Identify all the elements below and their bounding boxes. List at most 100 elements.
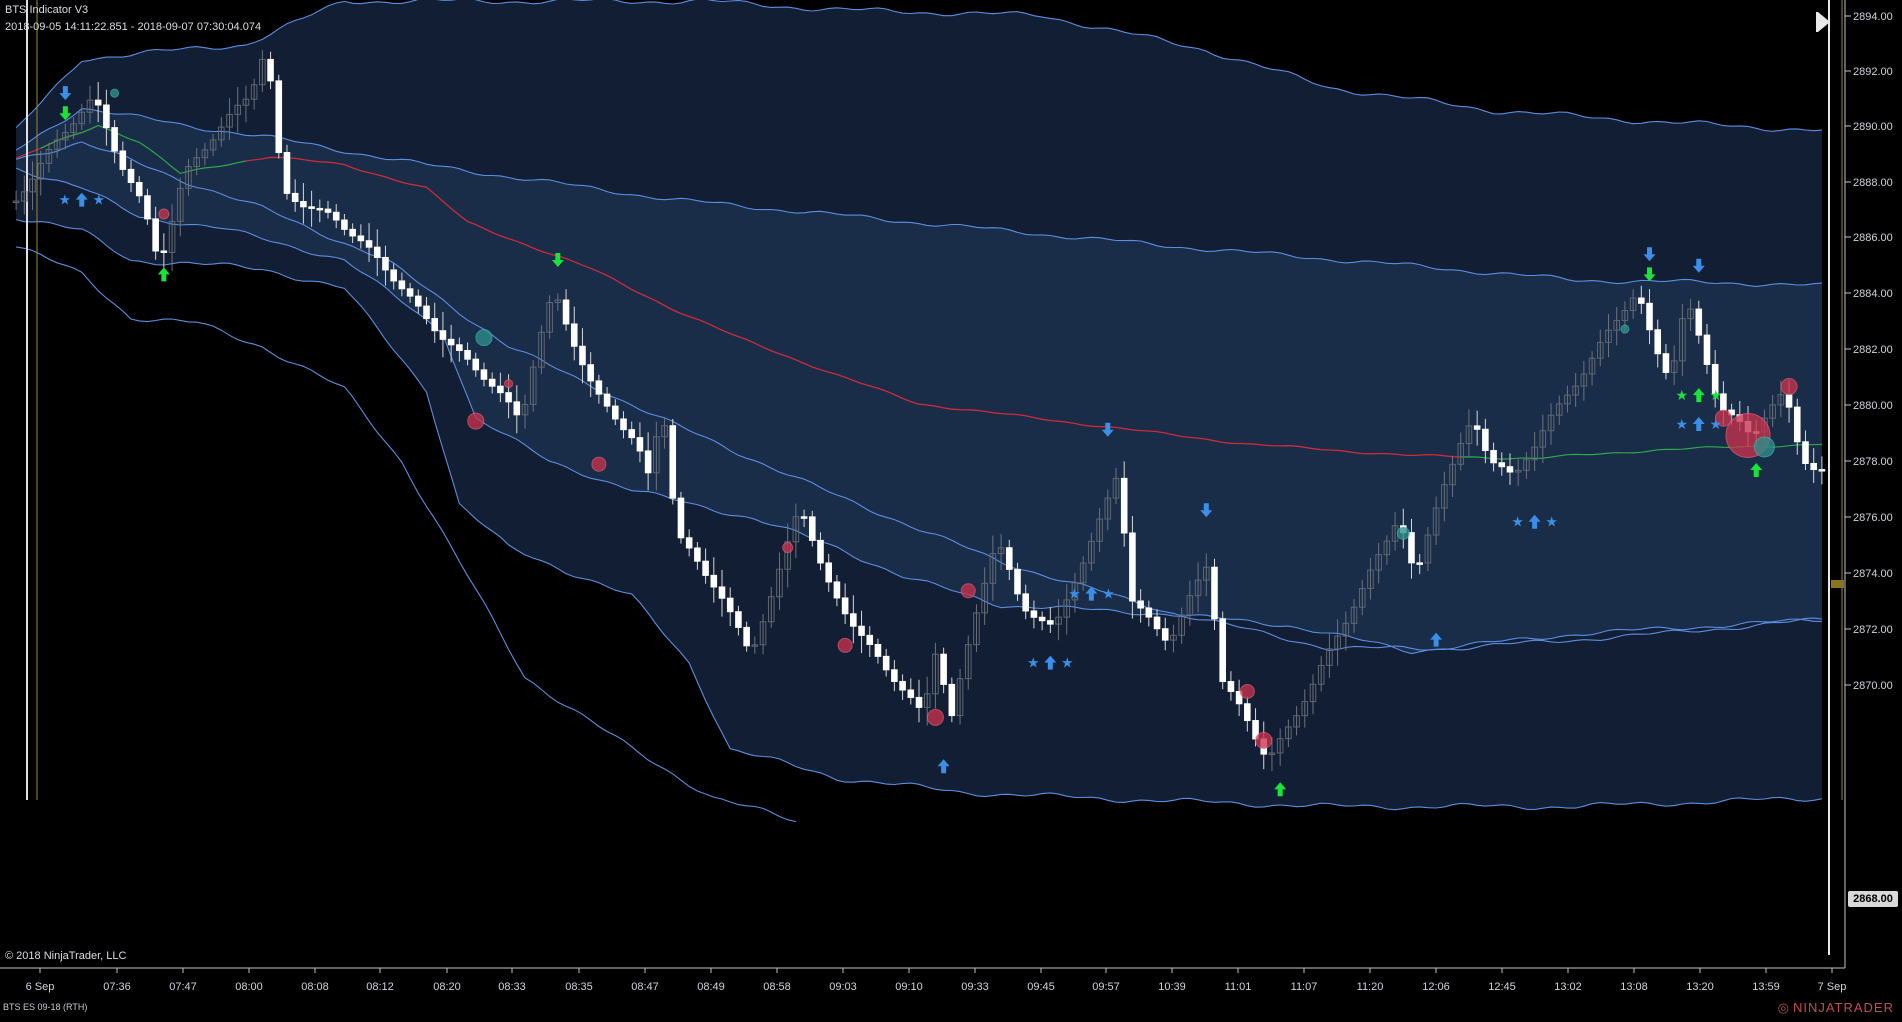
candle-body <box>718 586 726 599</box>
instrument-label: BTS ES 09-18 (RTH) <box>3 1002 88 1012</box>
candle-body <box>891 669 898 682</box>
chart-canvas[interactable]: ★ ★ ★ ★ ★ ★ ★ ★ ★ ★ ★ ★ 2894.00 2892.00 2890.00 2888.0… <box>0 0 1902 1017</box>
candle-body <box>1038 616 1046 622</box>
candle-body <box>1211 566 1218 620</box>
candle-body <box>1408 532 1415 564</box>
candle-body <box>1137 600 1144 609</box>
last-price-marker: 2868.00 <box>1848 891 1898 907</box>
brand-text: NINJATRADER <box>1792 1000 1894 1015</box>
x-tick-label: 07:36 <box>103 981 131 993</box>
candle-body <box>324 208 332 213</box>
candle-body <box>1654 329 1662 355</box>
candle-body <box>841 597 849 615</box>
teal-volume-bubble <box>1396 526 1410 540</box>
x-tick-label: 08:35 <box>565 981 593 993</box>
candle-body <box>1785 394 1793 408</box>
candle-body <box>562 299 570 325</box>
candle-body <box>1802 441 1809 465</box>
candle-body <box>1227 681 1235 692</box>
x-tick-label: 09:03 <box>829 981 857 993</box>
candle-body <box>505 392 512 403</box>
candle-body <box>1703 334 1711 365</box>
candle-body <box>882 655 890 671</box>
blue-star-icon: ★ <box>92 193 105 209</box>
red-volume-bubble <box>1239 683 1255 699</box>
candle-body <box>1482 428 1489 452</box>
x-tick-label: 11:07 <box>1291 981 1318 993</box>
candle-body <box>1047 620 1054 625</box>
candle-body <box>406 288 414 297</box>
x-tick-label: 7 Sep <box>1818 981 1847 993</box>
y-tick-label: 2882.00 <box>1853 344 1893 356</box>
blue-star-icon: ★ <box>1511 515 1524 531</box>
candle-body <box>423 305 430 320</box>
candle-body <box>135 182 143 197</box>
candle-body <box>415 295 422 307</box>
candle-body <box>677 497 685 539</box>
candle-body <box>480 369 488 380</box>
candle-body <box>1145 607 1153 618</box>
x-tick-label: 08:08 <box>301 981 329 993</box>
candle-body <box>300 201 307 208</box>
blue-star-icon: ★ <box>1709 417 1722 433</box>
y-tick-label: 2884.00 <box>1853 288 1893 300</box>
y-axis-panel <box>1844 0 1902 1017</box>
candle-body <box>587 364 594 382</box>
candle-body <box>1129 532 1136 602</box>
x-tick-label: 07:47 <box>169 981 197 993</box>
x-tick-label: 08:58 <box>763 981 791 993</box>
blue-star-icon: ★ <box>58 193 71 209</box>
x-tick-label: 08:49 <box>697 981 725 993</box>
candle-body <box>899 680 906 691</box>
candle-body <box>390 269 397 282</box>
candle-body <box>825 562 833 583</box>
x-tick-label: 08:12 <box>366 981 394 993</box>
candle-body <box>726 597 734 613</box>
candle-body <box>103 104 110 129</box>
candle-body <box>1490 450 1497 464</box>
scroll-to-end-icon[interactable] <box>1818 12 1830 32</box>
candle-body <box>1506 466 1514 473</box>
candle-body <box>283 151 291 194</box>
candle-body <box>940 653 947 685</box>
blue-star-icon: ★ <box>1068 587 1081 603</box>
ninjatrader-logo-icon: ◎ <box>1777 1000 1790 1015</box>
candle-body <box>1662 353 1670 373</box>
x-tick-label: 11:01 <box>1225 981 1252 993</box>
candle-body <box>127 168 135 184</box>
date-range: 2018-09-05 14:11:22.851 - 2018-09-07 07:… <box>5 21 262 33</box>
x-tick-label: 09:45 <box>1027 981 1055 993</box>
candle-body <box>915 696 923 708</box>
x-tick-label: 08:47 <box>631 981 659 993</box>
blue-star-icon: ★ <box>1102 587 1115 603</box>
blue-star-icon: ★ <box>1545 515 1558 531</box>
position-marker <box>1831 580 1844 588</box>
candle-body <box>456 344 463 351</box>
x-axis-panel <box>0 968 1902 1017</box>
candle-body <box>907 689 915 698</box>
x-tick-label: 12:06 <box>1422 981 1450 993</box>
price-chart[interactable]: ★ ★ ★ ★ ★ ★ ★ ★ ★ ★ ★ ★ 2894.00 2892.00 2890.00 2888.0… <box>0 0 1902 1017</box>
candle-body <box>874 643 882 657</box>
copyright-text: © 2018 NinjaTrader, LLC <box>5 950 127 962</box>
teal-volume-bubble <box>1753 436 1775 458</box>
red-volume-bubble <box>591 456 607 472</box>
candle-body <box>1219 618 1226 683</box>
candle-body <box>1161 628 1169 641</box>
candle-body <box>94 99 102 106</box>
candle-body <box>1120 477 1128 534</box>
x-tick-label: 08:33 <box>498 981 526 993</box>
candle-body <box>809 516 816 541</box>
x-tick-label: 10:39 <box>1158 981 1186 993</box>
x-tick-label: 11:20 <box>1357 981 1384 993</box>
candle-body <box>702 560 709 576</box>
red-volume-bubble <box>158 208 170 220</box>
red-volume-bubble <box>926 708 944 726</box>
green-star-icon: ★ <box>1709 388 1722 404</box>
red-volume-bubble <box>1780 378 1798 396</box>
candle-body <box>1153 616 1161 630</box>
blue-star-icon: ★ <box>1061 656 1074 672</box>
candle-body <box>579 345 586 366</box>
candle-body <box>1005 547 1013 570</box>
x-tick-label: 09:33 <box>961 981 989 993</box>
